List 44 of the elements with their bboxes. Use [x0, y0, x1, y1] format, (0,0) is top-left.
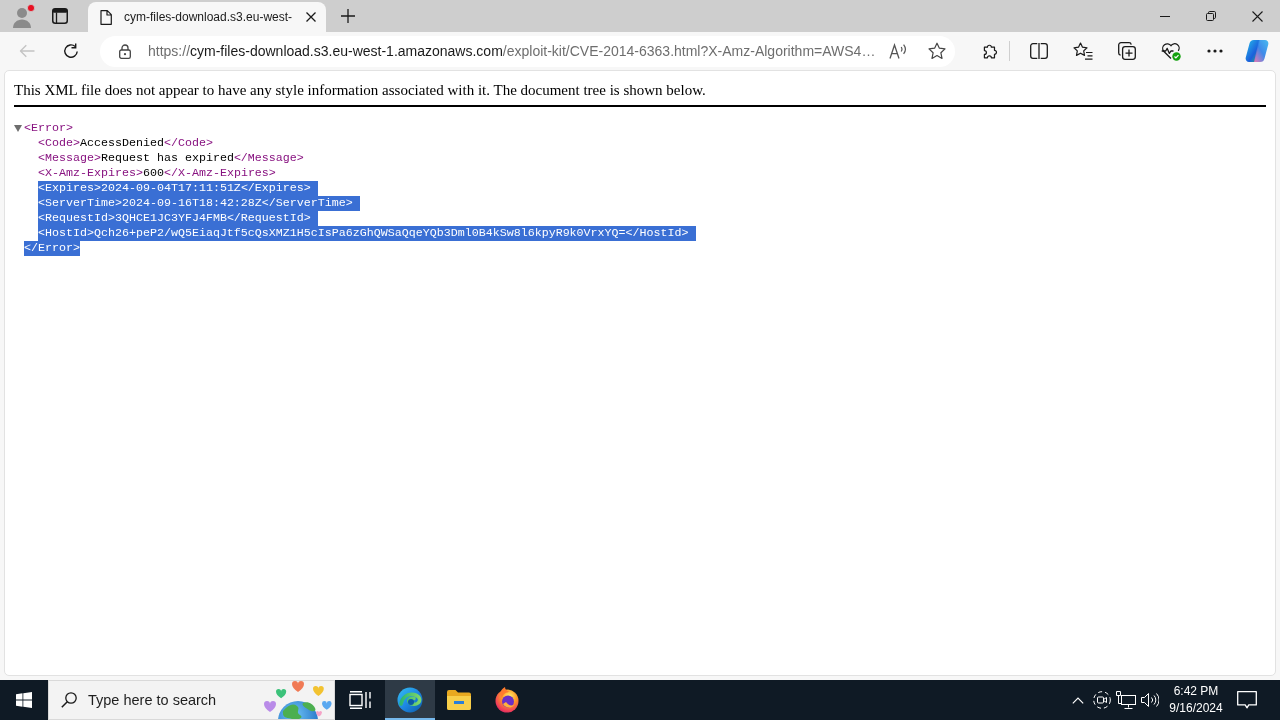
fox-globe-icon	[494, 687, 520, 713]
restore-icon[interactable]	[1206, 11, 1216, 21]
search-icon[interactable]	[61, 692, 77, 708]
speaker-icon[interactable]	[1141, 692, 1159, 708]
folder-icon	[446, 689, 472, 711]
url-text: https://cym-files-download.s3.eu-west-1.amazonaws.com/exploit-kit/CVE-2014-6363.html?X-Amz-Algorithm=AWS4…	[148, 43, 876, 59]
split-screen-icon[interactable]	[1030, 43, 1048, 59]
taskbar-app-button[interactable]	[385, 680, 435, 720]
start-icon[interactable]	[16, 692, 32, 708]
monitor-network-icon[interactable]	[1116, 691, 1136, 709]
tab-title: cym-files-download.s3.eu-west-	[124, 10, 293, 24]
star-icon[interactable]	[928, 42, 946, 60]
clock-date[interactable]: 9/16/2024	[1169, 700, 1223, 717]
search-field[interactable]: Type here to search	[88, 692, 228, 708]
video-camera-icon[interactable]	[1093, 691, 1111, 709]
heart-pulse-icon[interactable]	[1161, 41, 1181, 61]
star-list-icon[interactable]	[1073, 42, 1093, 60]
close-icon[interactable]	[306, 12, 316, 22]
lock-icon[interactable]	[119, 43, 131, 59]
collections-icon[interactable]	[1118, 42, 1136, 60]
address-field[interactable]: https://cym-files-download.s3.eu-west-1.amazonaws.com/exploit-kit/CVE-2014-6363.html?X-Amz-Algorithm=AWS4…	[100, 35, 955, 67]
document-icon	[100, 9, 112, 25]
window-icon[interactable]	[52, 8, 68, 24]
xml-element-line: <Code>AccessDenied</Code>	[38, 136, 213, 151]
app-logo-icon[interactable]	[1245, 39, 1269, 63]
notification-icon[interactable]	[1237, 691, 1257, 709]
more-icon[interactable]	[1207, 49, 1223, 53]
expanded-triangle-icon[interactable]	[14, 125, 22, 132]
clock-time[interactable]: 6:42 PM	[1173, 683, 1219, 700]
xml-element-line: <X-Amz-Expires>600</X-Amz-Expires>	[38, 166, 276, 181]
xml-tag-line: <Error>	[24, 121, 73, 136]
notice-text: This XML file does not appear to have any style information associated with it. The document tree is shown below.	[14, 81, 706, 99]
xml-element-line: <Message>Request has expired</Message>	[38, 151, 304, 166]
task-view-icon[interactable]	[349, 691, 371, 709]
browser-tab[interactable]: cym-files-download.s3.eu-west-	[88, 2, 326, 32]
profile-icon[interactable]	[11, 4, 35, 28]
chevron-up-icon[interactable]	[1072, 696, 1084, 704]
minimize-icon[interactable]	[1160, 15, 1170, 17]
refresh-icon[interactable]	[63, 43, 79, 59]
puzzle-icon[interactable]	[983, 43, 999, 59]
close-icon[interactable]	[1251, 10, 1263, 22]
swirl-icon	[397, 687, 423, 713]
plus-icon[interactable]	[341, 9, 355, 23]
read-aloud-icon[interactable]	[889, 43, 907, 59]
